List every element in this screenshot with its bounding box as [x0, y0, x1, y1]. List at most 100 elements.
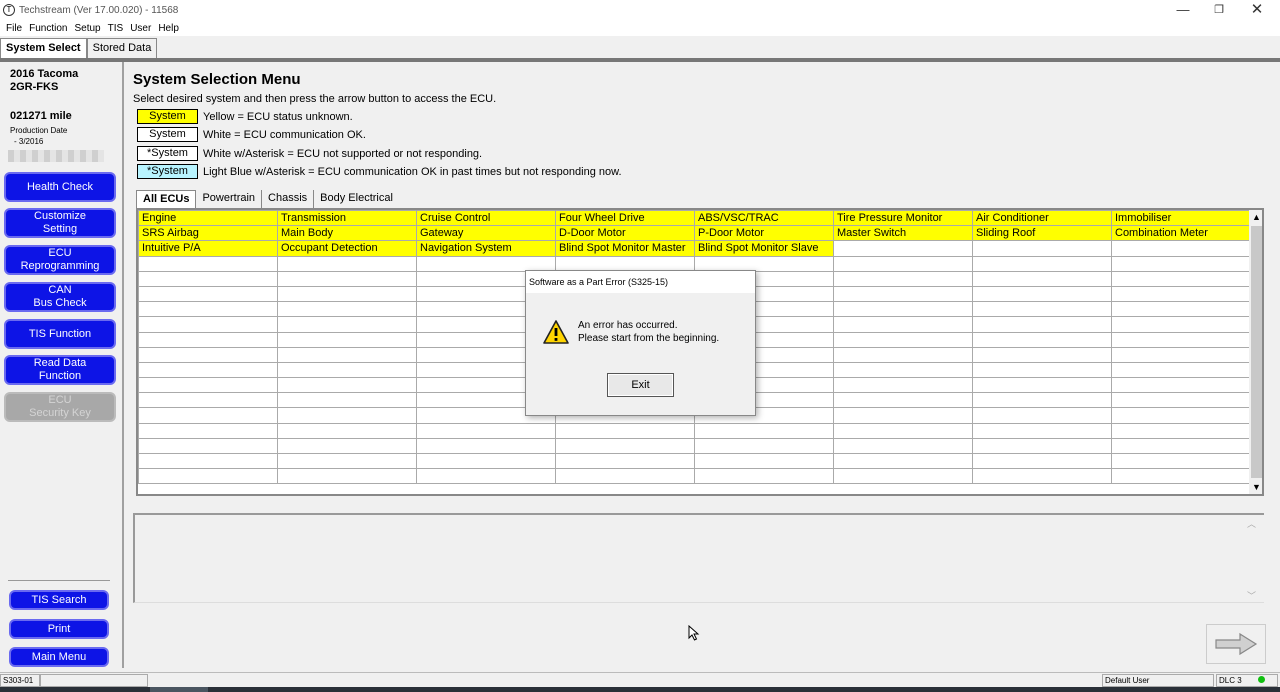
table-row — [138, 422, 1251, 439]
warning-icon — [543, 320, 569, 344]
ecu-cell — [138, 301, 278, 318]
menu-function[interactable]: Function — [29, 23, 67, 34]
table-row — [138, 437, 1251, 455]
ecu-cell — [833, 437, 973, 455]
ecu-cell — [833, 346, 973, 363]
scroll-thumb[interactable] — [1251, 226, 1262, 478]
tab-powertrain[interactable]: Powertrain — [196, 190, 263, 208]
ecu-cell — [833, 331, 973, 348]
mouse-cursor-icon — [688, 625, 700, 641]
vehicle-info: 2016 Tacoma 2GR-FKS — [10, 68, 78, 94]
menu-help[interactable]: Help — [158, 23, 179, 34]
ecu-cell[interactable]: Master Switch — [833, 225, 973, 242]
can-bus-check-button[interactable]: CAN Bus Check — [4, 282, 116, 312]
scroll-down-icon[interactable]: ﹀ — [1247, 589, 1256, 602]
ecu-cell — [277, 331, 417, 348]
ecu-cell — [138, 316, 278, 333]
ecu-cell — [833, 240, 973, 257]
ecu-cell — [277, 270, 417, 287]
grid-scrollbar[interactable]: ▲ ▼ — [1249, 210, 1262, 494]
menu-tis[interactable]: TIS — [108, 23, 124, 34]
restore-icon[interactable]: ❐ — [1200, 0, 1238, 20]
ecu-cell[interactable]: Transmission — [277, 210, 417, 227]
ecu-cell[interactable]: Combination Meter — [1111, 225, 1251, 242]
tis-search-button[interactable]: TIS Search — [9, 590, 109, 610]
status-bar: S303-01 Default User DLC 3 — [0, 672, 1280, 687]
instruction-text: Select desired system and then press the… — [133, 93, 497, 105]
ecu-cell — [277, 437, 417, 455]
ecu-cell[interactable]: ABS/VSC/TRAC — [694, 210, 834, 227]
ecu-reprogramming-button[interactable]: ECU Reprogramming — [4, 245, 116, 275]
exit-button[interactable]: Exit — [607, 373, 674, 397]
button-label: CAN Bus Check — [33, 284, 87, 309]
ecu-cell[interactable]: D-Door Motor — [555, 225, 695, 242]
ecu-cell[interactable]: Main Body — [277, 225, 417, 242]
ecu-cell — [1111, 468, 1251, 485]
tab-body-electrical[interactable]: Body Electrical — [314, 190, 399, 208]
legend-box-yellow: System — [137, 109, 198, 124]
ecu-cell[interactable]: SRS Airbag — [138, 225, 278, 242]
vehicle-model: 2016 Tacoma — [10, 68, 79, 80]
ecu-cell — [555, 422, 695, 439]
ecu-cell — [694, 468, 834, 485]
ecu-cell — [138, 255, 278, 272]
ecu-cell — [1111, 346, 1251, 363]
ecu-cell — [138, 285, 278, 303]
ecu-cell[interactable]: Air Conditioner — [972, 210, 1112, 227]
ecu-cell[interactable]: Immobiliser — [1111, 210, 1251, 227]
scroll-up-icon[interactable]: ︿ — [1247, 517, 1256, 530]
close-icon[interactable]: ✕ — [1238, 0, 1276, 20]
next-arrow-button[interactable] — [1206, 624, 1266, 664]
read-data-function-button[interactable]: Read Data Function — [4, 355, 116, 385]
status-cell — [40, 674, 148, 687]
taskbar-item[interactable] — [150, 687, 208, 692]
ecu-cell — [833, 301, 973, 318]
ecu-cell[interactable]: Cruise Control — [416, 210, 556, 227]
ecu-cell[interactable]: Tire Pressure Monitor — [833, 210, 973, 227]
tab-all-ecus[interactable]: All ECUs — [136, 190, 197, 208]
ecu-cell — [972, 301, 1112, 318]
health-check-button[interactable]: Health Check — [4, 172, 116, 202]
tab-chassis[interactable]: Chassis — [262, 190, 315, 208]
ecu-cell[interactable]: Engine — [138, 210, 278, 227]
ecu-cell — [416, 437, 556, 455]
minimize-icon[interactable]: — — [1164, 0, 1202, 20]
ecu-cell — [972, 437, 1112, 455]
ecu-cell — [972, 361, 1112, 379]
ecu-cell[interactable]: Gateway — [416, 225, 556, 242]
ecu-cell[interactable]: Navigation System — [416, 240, 556, 257]
ecu-cell — [555, 452, 695, 470]
scroll-up-icon[interactable]: ▲ — [1249, 210, 1262, 224]
ecu-cell — [972, 377, 1112, 394]
tis-function-button[interactable]: TIS Function — [4, 319, 116, 349]
button-label: Customize Setting — [34, 210, 86, 235]
main-menu-button[interactable]: Main Menu — [9, 647, 109, 667]
ecu-cell[interactable]: Four Wheel Drive — [555, 210, 695, 227]
dialog-message-line: Please start from the beginning. — [578, 333, 720, 344]
customize-setting-button[interactable]: Customize Setting — [4, 208, 116, 238]
ecu-cell — [694, 437, 834, 455]
tab-system-select[interactable]: System Select — [0, 38, 87, 58]
ecu-cell — [972, 240, 1112, 257]
ecu-cell[interactable]: Blind Spot Monitor Slave — [694, 240, 834, 257]
ecu-cell[interactable]: Sliding Roof — [972, 225, 1112, 242]
table-row — [138, 255, 1251, 272]
dialog-message: An error has occurred. Please start from… — [578, 319, 719, 345]
menu-user[interactable]: User — [130, 23, 151, 34]
print-button[interactable]: Print — [9, 619, 109, 639]
ecu-cell[interactable]: Occupant Detection — [277, 240, 417, 257]
production-date: - 3/2016 — [14, 137, 44, 146]
tab-stored-data[interactable]: Stored Data — [86, 38, 158, 58]
ecu-cell — [277, 392, 417, 409]
menu-setup[interactable]: Setup — [74, 23, 100, 34]
legend-box-white-asterisk: *System — [137, 146, 198, 161]
sidebar: 2016 Tacoma 2GR-FKS 021271 mile Producti… — [0, 62, 124, 668]
ecu-cell[interactable]: P-Door Motor — [694, 225, 834, 242]
ecu-cell[interactable]: Blind Spot Monitor Master — [555, 240, 695, 257]
ecu-cell — [416, 422, 556, 439]
ecu-cell — [972, 346, 1112, 363]
menu-file[interactable]: File — [6, 23, 22, 34]
ecu-cell — [1111, 407, 1251, 424]
ecu-cell[interactable]: Intuitive P/A — [138, 240, 278, 257]
scroll-down-icon[interactable]: ▼ — [1249, 480, 1262, 494]
